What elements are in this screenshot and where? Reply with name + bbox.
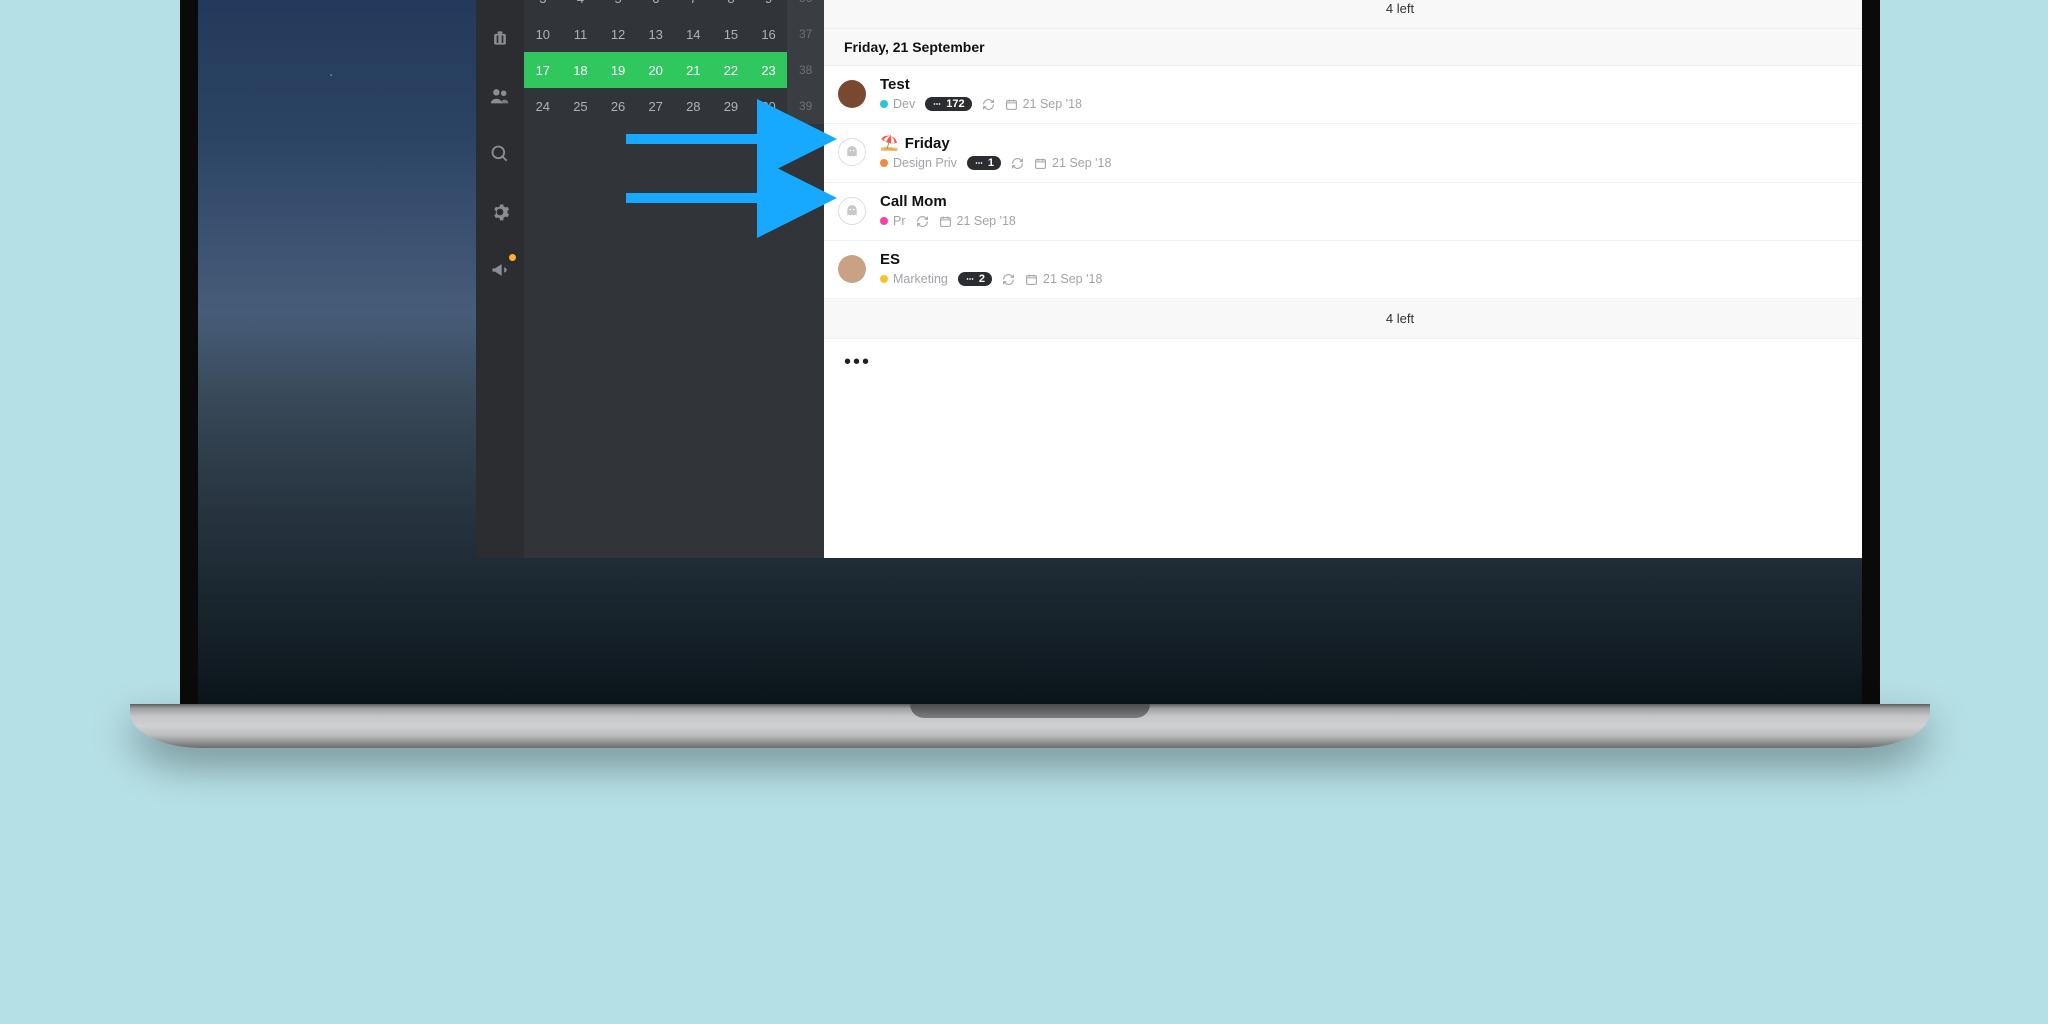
task-title: Test	[880, 76, 1862, 93]
comments-badge[interactable]: 1	[967, 156, 1001, 170]
section-summary: 4 left	[824, 0, 1862, 29]
task-title: ⛱️Friday	[880, 134, 1862, 152]
task-meta: Pr 21 Sep '18	[880, 214, 1862, 228]
comments-badge[interactable]: 172	[925, 97, 971, 111]
app-window: 21 ∞	[476, 0, 1862, 558]
calendar-day[interactable]: 30	[750, 88, 788, 124]
due-date: 21 Sep '18	[1034, 156, 1111, 170]
task-meta: Dev 172 21 Sep '18	[880, 97, 1862, 111]
section-summary: 4 left	[824, 299, 1862, 339]
calendar-day[interactable]: 14	[675, 16, 713, 52]
due-date: 21 Sep '18	[939, 214, 1016, 228]
calendar-day[interactable]: 6	[637, 0, 675, 16]
week-number: 38	[787, 52, 824, 88]
comments-badge[interactable]: 2	[958, 272, 992, 286]
calendar-day[interactable]: 9	[750, 0, 788, 16]
project-tag[interactable]: Dev	[880, 97, 915, 111]
calendar-day[interactable]: 10	[524, 16, 562, 52]
calendar-day[interactable]: 5	[599, 0, 637, 16]
project-tag[interactable]: Pr	[880, 214, 906, 228]
calendar-day[interactable]: 3	[524, 0, 562, 16]
recurring-icon	[1011, 157, 1024, 170]
calendar-day[interactable]: 25	[562, 88, 600, 124]
calendar-day[interactable]: 12	[599, 16, 637, 52]
tasks-panel: Nozbe - Dev20 Sep '18MeetingTheFirm4420 …	[824, 0, 1862, 558]
task-meta: Marketing 2 21 Sep '18	[880, 272, 1862, 286]
sidebar: 21 ∞	[476, 0, 524, 558]
ghost-avatar-icon	[838, 138, 866, 166]
calendar-day[interactable]: 21	[675, 52, 713, 88]
due-date: 21 Sep '18	[1005, 97, 1082, 111]
calendar-day[interactable]: 18	[562, 52, 600, 88]
calendar-day[interactable]: 24	[524, 88, 562, 124]
calendar-day[interactable]: 15	[712, 16, 750, 52]
calendar-day[interactable]: 4	[562, 0, 600, 16]
screen-bezel: 21 ∞	[198, 0, 1862, 710]
sidebar-settings-icon[interactable]	[482, 194, 518, 230]
week-number: 37	[787, 16, 824, 52]
laptop-base	[130, 704, 1930, 748]
laptop-frame: 21 ∞	[180, 0, 1880, 710]
avatar	[838, 255, 866, 283]
calendar-day[interactable]: 11	[562, 16, 600, 52]
project-tag[interactable]: Design Priv	[880, 156, 957, 170]
calendar-day[interactable]: 27	[637, 88, 675, 124]
task-row[interactable]: Call Mom Pr 21 Sep '18	[824, 183, 1862, 241]
calendar-day[interactable]: 8	[712, 0, 750, 16]
notification-dot	[509, 254, 516, 261]
calendar-day[interactable]: 28	[675, 88, 713, 124]
sidebar-people-icon[interactable]	[482, 78, 518, 114]
recurring-icon	[982, 98, 995, 111]
calendar-panel: September 2018 MoTuWeThFrSaSu 2021222324…	[524, 0, 824, 558]
project-color-dot	[880, 100, 888, 108]
calendar-day[interactable]: 29	[712, 88, 750, 124]
due-date: 21 Sep '18	[1025, 272, 1102, 286]
ghost-avatar-icon	[838, 197, 866, 225]
project-tag[interactable]: Marketing	[880, 272, 948, 286]
task-row[interactable]: ⛱️Friday Design Priv 1 21 Sep '18	[824, 124, 1862, 183]
calendar-day[interactable]: 17	[524, 52, 562, 88]
avatar	[838, 80, 866, 108]
calendar-day[interactable]: 23	[750, 52, 788, 88]
week-number: 39	[787, 88, 824, 124]
sidebar-luggage-icon[interactable]	[482, 20, 518, 56]
calendar-day[interactable]: 20	[637, 52, 675, 88]
section-header: Friday, 21 September	[824, 29, 1862, 66]
task-meta: Design Priv 1 21 Sep '18	[880, 156, 1862, 170]
laptop-notch	[910, 704, 1150, 718]
calendar-day[interactable]: 7	[675, 0, 713, 16]
sidebar-search-icon[interactable]	[482, 136, 518, 172]
task-title: Call Mom	[880, 193, 1862, 210]
task-row[interactable]: ES Marketing 2 21 Sep '18	[824, 241, 1862, 299]
calendar-day[interactable]: 13	[637, 16, 675, 52]
calendar-day[interactable]: 22	[712, 52, 750, 88]
project-color-dot	[880, 275, 888, 283]
sidebar-megaphone-icon[interactable]	[482, 252, 518, 288]
calendar-day[interactable]: 26	[599, 88, 637, 124]
calendar-day[interactable]: 19	[599, 52, 637, 88]
task-title: ES	[880, 251, 1862, 268]
calendar-day[interactable]: 16	[750, 16, 788, 52]
task-emoji: ⛱️	[880, 134, 899, 152]
calendar-grid: MoTuWeThFrSaSu 2021222324252634272829303…	[524, 0, 824, 124]
recurring-icon	[916, 215, 929, 228]
project-color-dot	[880, 159, 888, 167]
week-number: 36	[787, 0, 824, 16]
project-color-dot	[880, 217, 888, 225]
task-row[interactable]: Test Dev 172 21 Sep '18	[824, 66, 1862, 124]
more-menu[interactable]: •••	[824, 339, 1862, 386]
recurring-icon	[1002, 273, 1015, 286]
